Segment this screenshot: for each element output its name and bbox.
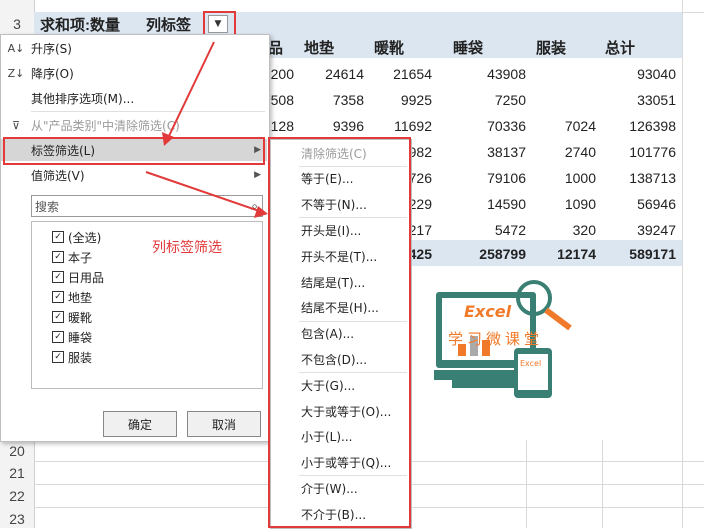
annotation-label: 列标签筛选 <box>152 240 222 256</box>
annotation-arrows <box>145 41 268 218</box>
